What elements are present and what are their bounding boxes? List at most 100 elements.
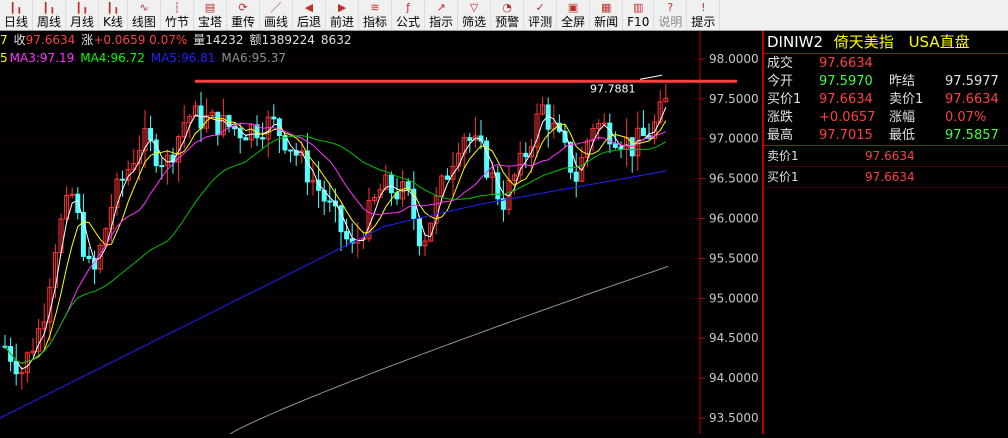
candle-down [215, 111, 221, 136]
toolbar-button-label: 评测 [528, 15, 553, 29]
toolbar-button-18[interactable]: ▦ 新闻 [590, 0, 624, 30]
toolbar-button-9[interactable]: ◀ 后退 [293, 0, 327, 30]
quote-header: DINIW2 倚天美指 USA直盘 [764, 31, 1008, 54]
legend-prefix-2: 5 [0, 51, 8, 65]
test-icon: ✓ [535, 2, 545, 14]
peak-price-label: 97.7881 [590, 82, 636, 95]
ma4-label: MA4:96.72 [80, 51, 145, 65]
quote-row: 买价1 97.6634 卖价1 97.6634 [764, 91, 1008, 109]
toolbar-button-1[interactable]: ┃╻ 周线 [33, 0, 67, 30]
quote-value: 97.7015 [819, 128, 873, 143]
change-value: +0.0659 0.07% [93, 33, 188, 47]
order-book-row[interactable]: 卖价1 97.6634 [764, 146, 1008, 167]
quote-value: +0.0657 [819, 110, 876, 125]
quote-label: 涨跌 [767, 110, 794, 125]
candle-down [243, 137, 249, 141]
quote-label [886, 55, 942, 73]
quote-label: 最低 [889, 128, 916, 143]
order-book: 卖价1 97.6634 买价1 97.6634 [764, 146, 1008, 188]
ma-long-line [0, 170, 667, 419]
candle-down [120, 178, 126, 181]
y-tick-label: 95.0000 [709, 291, 759, 305]
toolbar-button-label: 画线 [263, 15, 288, 29]
chart-svg[interactable]: 98.000097.500097.000096.500096.000095.50… [0, 31, 762, 435]
candle-down [232, 126, 238, 130]
toolbar-button-label: 月线 [70, 15, 95, 29]
amount-value: 额1389224 [249, 33, 315, 47]
toolbar-button-15[interactable]: ◔ 预警 [491, 0, 525, 30]
toolbar-button-5[interactable]: ┆ 竹节 [161, 0, 194, 30]
pointer-icon: ↗ [436, 2, 446, 14]
change-label: 涨 [81, 33, 94, 47]
toolbar-button-14[interactable]: ▽ 筛选 [458, 0, 492, 30]
candle-down [288, 149, 294, 152]
kline-icon: ┃╻ [42, 2, 56, 14]
filter-icon: ▽ [469, 2, 479, 14]
toolbar-button-2[interactable]: ┃╻ 月线 [66, 0, 100, 30]
toolbar-button-label: 公式 [396, 15, 421, 29]
quote-value [942, 55, 1004, 73]
candle-down [640, 127, 646, 137]
toolbar-button-label: 后退 [297, 15, 322, 29]
candle-down [86, 255, 92, 259]
y-tick-label: 97.5000 [709, 92, 759, 106]
toolbar-button-6[interactable]: ▤ 宝塔 [194, 0, 227, 30]
y-tick-label: 97.0000 [709, 132, 759, 146]
indicator-icon: ≋ [370, 2, 380, 14]
quote-row: 成交 97.6634 [764, 55, 1008, 73]
toolbar-button-8[interactable]: ／画线 [260, 0, 293, 30]
y-tick-label: 96.0000 [709, 212, 759, 226]
toolbar-button-label: 预警 [495, 15, 520, 29]
order-book-label: 卖价1 [767, 149, 799, 163]
y-tick-label: 95.5000 [709, 251, 759, 265]
toolbar-button-label: 说明 [658, 15, 683, 29]
candle-down [344, 231, 350, 240]
toolbar-button-label: F10 [627, 15, 650, 29]
toolbar-button-10[interactable]: ▶ 前进 [326, 0, 360, 30]
ma6-line [4, 135, 667, 365]
ma-longest-line [229, 265, 669, 435]
quote-value: 0.07% [945, 110, 987, 125]
toolbar-button-16[interactable]: ✓ 评测 [524, 0, 558, 30]
toolbar-button-11[interactable]: ≋ 指标 [359, 0, 393, 30]
order-book-row[interactable]: 买价1 97.6634 [764, 167, 1008, 188]
quote-value: 97.6634 [819, 92, 873, 107]
ma5-label: MA5:96.81 [150, 51, 216, 65]
candle-down [327, 200, 333, 203]
toolbar-button-4[interactable]: ∿ 线图 [128, 0, 161, 30]
quote-value: 97.6634 [945, 92, 999, 107]
kline-icon: ┃╻ [9, 2, 23, 14]
extra-value: 8632 [320, 33, 352, 47]
toolbar: ┃╻ 日线 ┃╻ 周线 ┃╻ 月线 ┃╻ K线 ∿ 线图 ┆ 竹节 ▤ 宝塔 ⟳ 重传／画线 ◀ 后退 ▶ 前进 ≋ 指标… [0, 0, 1008, 31]
toolbar-button-17[interactable]: ▣ 全屏 [557, 0, 591, 30]
formula-icon: ƒ [406, 2, 410, 14]
ma3-label: MA3:97.19 [9, 51, 75, 65]
quote-label: 今开 [767, 74, 794, 89]
alarm-icon: ◔ [502, 2, 512, 14]
toolbar-button-13[interactable]: ↗ 指示 [425, 0, 459, 30]
toolbar-button-19[interactable]: ▥ F10 [623, 0, 655, 30]
candle-down [80, 211, 86, 257]
quote-label: 涨幅 [889, 110, 916, 125]
kline-icon: ┃╻ [106, 2, 120, 14]
candle-down [271, 116, 277, 120]
y-tick-label: 96.5000 [709, 172, 759, 186]
toolbar-button-0[interactable]: ┃╻ 日线 [0, 0, 34, 30]
toolbar-button-12[interactable]: ƒ 公式 [392, 0, 426, 30]
toolbar-button-21[interactable]: ! 提示 [687, 0, 721, 30]
y-tick-label: 94.5000 [709, 331, 759, 345]
candle-down [523, 152, 529, 158]
toolbar-button-3[interactable]: ┃╻ K线 [99, 0, 128, 30]
candle-down [388, 174, 394, 194]
toolbar-button-label: 全屏 [561, 15, 586, 29]
ma6-label: MA6:95.37 [221, 51, 287, 65]
order-book-value: 97.6634 [865, 149, 915, 163]
candlestick-chart[interactable]: 98.0000 97.5000 97.0000 96.5000 96.0000 95.50… [0, 31, 762, 435]
toolbar-button-7[interactable]: ⟳ 重传 [227, 0, 260, 30]
toolbar-button-label: 指示 [429, 15, 454, 29]
close-value: 97.6634 [25, 33, 76, 47]
quote-value: 97.5857 [945, 128, 999, 143]
toolbar-button-label: 提示 [691, 15, 716, 29]
toolbar-button-20[interactable]: ? 说明 [654, 0, 688, 30]
toolbar-button-label: 宝塔 [197, 15, 222, 29]
